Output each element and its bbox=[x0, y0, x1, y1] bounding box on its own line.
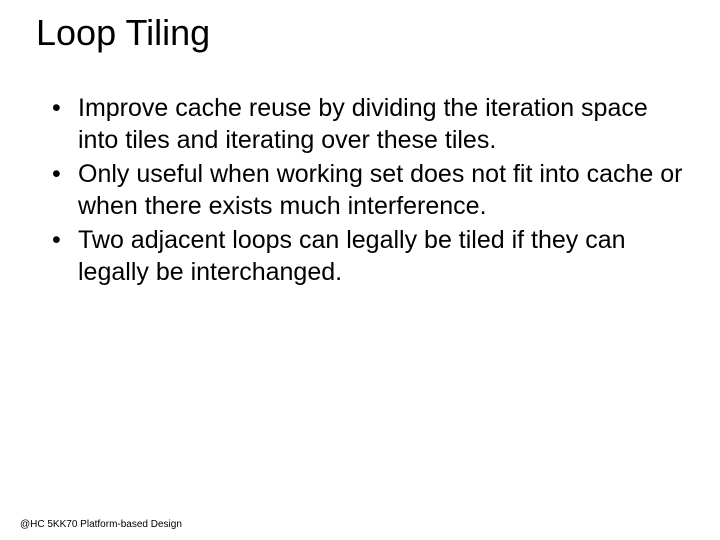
bullet-list: Improve cache reuse by dividing the iter… bbox=[36, 92, 684, 288]
slide-title: Loop Tiling bbox=[36, 12, 684, 54]
slide-footer: @HC 5KK70 Platform-based Design bbox=[20, 519, 182, 530]
bullet-item: Improve cache reuse by dividing the iter… bbox=[52, 92, 684, 156]
bullet-item: Two adjacent loops can legally be tiled … bbox=[52, 224, 684, 288]
slide-container: Loop Tiling Improve cache reuse by divid… bbox=[0, 0, 720, 540]
bullet-item: Only useful when working set does not fi… bbox=[52, 158, 684, 222]
